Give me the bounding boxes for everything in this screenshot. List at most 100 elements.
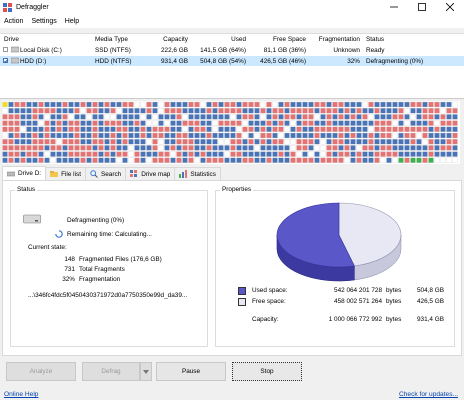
map-block	[248, 157, 254, 163]
map-block	[98, 145, 104, 151]
map-block	[158, 101, 164, 108]
map-block	[380, 151, 386, 157]
map-block	[128, 151, 134, 157]
map-block	[254, 120, 260, 126]
map-block	[176, 114, 182, 120]
stop-button[interactable]: Stop	[232, 362, 302, 381]
map-block	[38, 157, 44, 163]
map-block	[290, 114, 296, 120]
drive-row-c[interactable]: Local Disk (C:) SSD (NTFS) 222,6 GB 141,…	[0, 45, 464, 55]
close-icon[interactable]	[436, 0, 464, 14]
menu-settings[interactable]: Settings	[31, 18, 56, 25]
map-block	[74, 101, 80, 108]
map-block	[290, 139, 296, 145]
map-block	[182, 157, 188, 163]
map-block	[8, 120, 14, 126]
map-block	[104, 126, 110, 132]
tab-statistics[interactable]: Statistics	[174, 167, 221, 180]
map-block	[176, 108, 182, 114]
map-block	[170, 126, 176, 132]
map-block	[128, 126, 134, 132]
tab-file-list[interactable]: File list	[45, 167, 86, 180]
defrag-button[interactable]: Defrag	[82, 362, 140, 381]
map-block	[386, 139, 392, 145]
drive-frag: Unknown	[333, 46, 360, 54]
map-block	[326, 114, 332, 120]
map-block	[338, 139, 344, 145]
maximize-icon[interactable]	[408, 0, 436, 14]
map-block	[242, 132, 248, 139]
map-block	[32, 126, 38, 132]
defrag-dropdown-button[interactable]	[140, 362, 152, 381]
map-block	[152, 145, 158, 151]
col-status[interactable]: Status	[366, 36, 384, 43]
col-media-type[interactable]: Media Type	[95, 36, 128, 43]
map-block	[68, 157, 74, 163]
map-block	[440, 126, 446, 132]
map-block	[338, 151, 344, 157]
map-block	[416, 101, 422, 108]
map-block	[428, 139, 434, 145]
map-block	[362, 157, 368, 163]
minimize-icon[interactable]	[380, 0, 408, 14]
map-block	[110, 151, 116, 157]
map-block	[14, 108, 20, 114]
map-block	[266, 145, 272, 151]
map-block	[14, 101, 20, 108]
map-block	[374, 145, 380, 151]
drive-c-checkbox[interactable]	[3, 47, 8, 52]
map-block	[314, 120, 320, 126]
map-block	[182, 132, 188, 139]
map-block	[44, 120, 50, 126]
map-block	[350, 145, 356, 151]
map-block	[62, 101, 68, 108]
map-block	[398, 120, 404, 126]
map-block	[368, 132, 374, 139]
map-block	[362, 120, 368, 126]
map-block	[374, 114, 380, 120]
map-block	[200, 126, 206, 132]
drive-block-map[interactable]	[2, 101, 460, 164]
tab-drive-map-label: Drive map	[141, 170, 171, 178]
map-block	[308, 108, 314, 114]
map-block	[350, 151, 356, 157]
online-help-link[interactable]: Online Help	[4, 391, 38, 398]
map-block	[170, 151, 176, 157]
map-block	[68, 139, 74, 145]
tab-drive-map[interactable]: Drive map	[125, 167, 176, 180]
map-block	[278, 126, 284, 132]
map-block	[32, 139, 38, 145]
col-capacity[interactable]: Capacity	[150, 36, 188, 43]
drive-frag: 32%	[347, 57, 360, 65]
map-block	[8, 145, 14, 151]
menu-action[interactable]: Action	[4, 18, 23, 25]
map-block	[332, 145, 338, 151]
col-drive[interactable]: Drive	[4, 36, 19, 43]
map-block	[296, 157, 302, 163]
map-block	[344, 114, 350, 120]
map-block	[164, 101, 170, 108]
map-block	[122, 145, 128, 151]
map-block	[176, 151, 182, 157]
check-updates-link[interactable]: Check for updates...	[399, 391, 458, 398]
map-block	[332, 151, 338, 157]
drive-row-d[interactable]: HDD (D:) HDD (NTFS) 931,4 GB 504,8 GB (5…	[0, 56, 464, 66]
analyze-button[interactable]: Analyze	[6, 362, 76, 381]
drive-d-checkbox[interactable]	[3, 58, 8, 63]
drive-tab-panel: Status Defragmenting (0%) Remaining time…	[2, 180, 462, 356]
map-block	[344, 108, 350, 114]
pause-button[interactable]: Pause	[156, 362, 226, 381]
map-block	[50, 139, 56, 145]
map-block	[110, 120, 116, 126]
map-block	[392, 139, 398, 145]
col-free-space[interactable]: Free Space	[254, 36, 306, 43]
map-block	[440, 101, 446, 108]
col-used[interactable]: Used	[200, 36, 246, 43]
map-block	[392, 120, 398, 126]
map-block	[404, 139, 410, 145]
col-fragmentation[interactable]: Fragmentation	[310, 36, 360, 43]
tab-search[interactable]: Search	[84, 167, 127, 180]
tab-drive[interactable]: Drive D:	[2, 166, 47, 180]
map-block	[206, 139, 212, 145]
menu-help[interactable]: Help	[65, 18, 79, 25]
